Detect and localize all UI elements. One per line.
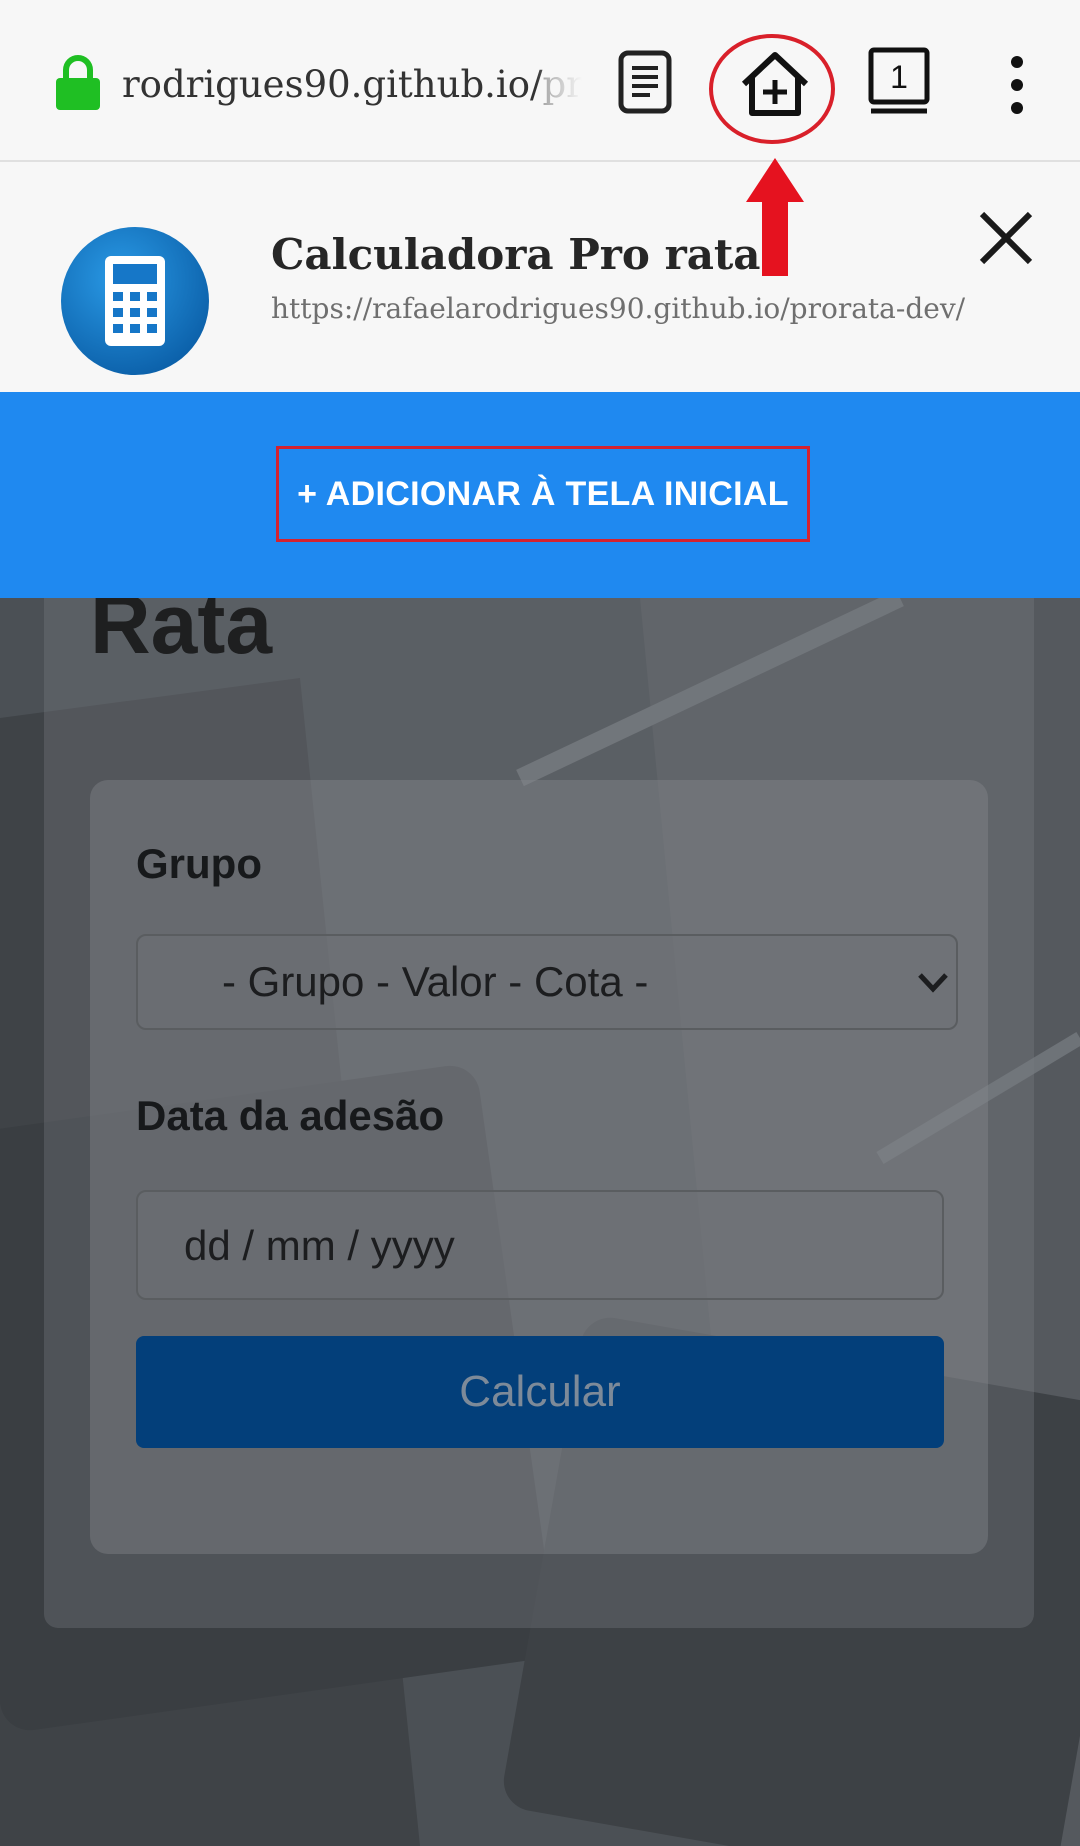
url-fade: [536, 55, 582, 115]
annotation-circle: [709, 34, 835, 144]
form-card: Grupo - Grupo - Valor - Cota - Data da a…: [90, 780, 988, 1554]
app-url: https://rafaelarodrigues90.github.io/pro…: [271, 292, 966, 325]
chevron-down-icon: [918, 973, 948, 993]
date-label: Data da adesão: [136, 1092, 445, 1139]
date-input[interactable]: dd / mm / yyyy: [136, 1190, 944, 1300]
grupo-label: Grupo: [136, 840, 262, 887]
lock-icon[interactable]: [55, 55, 101, 111]
date-placeholder: dd / mm / yyyy: [184, 1222, 455, 1269]
address-bar[interactable]: rodrigues90.github.io/pro: [122, 55, 582, 115]
add-to-home-bar: + ADICIONAR À TELA INICIAL: [0, 392, 1080, 598]
tab-count: 1: [890, 59, 908, 95]
calculate-button[interactable]: Calcular: [136, 1336, 944, 1448]
app-title: Calculadora Pro rata: [271, 230, 761, 279]
install-banner: Calculadora Pro rata https://rafaelarodr…: [0, 162, 1080, 392]
grupo-select-value: - Grupo - Valor - Cota -: [222, 958, 649, 1005]
more-vert-icon[interactable]: [1002, 54, 1032, 116]
url-text: rodrigues90.github.io/: [122, 63, 543, 106]
page-background: Rata Grupo - Grupo - Valor - Cota - Data…: [0, 598, 1080, 1846]
browser-toolbar: rodrigues90.github.io/pro 1: [0, 0, 1080, 162]
annotation-arrow: [746, 158, 804, 276]
close-icon[interactable]: [976, 208, 1036, 268]
calculator-icon: [61, 227, 209, 375]
grupo-select[interactable]: - Grupo - Valor - Cota -: [136, 934, 958, 1030]
tabs-icon[interactable]: 1: [866, 46, 932, 116]
page-title-fragment: Rata: [90, 598, 273, 671]
reader-mode-icon[interactable]: [618, 50, 672, 114]
add-to-home-button[interactable]: + ADICIONAR À TELA INICIAL: [276, 446, 810, 542]
